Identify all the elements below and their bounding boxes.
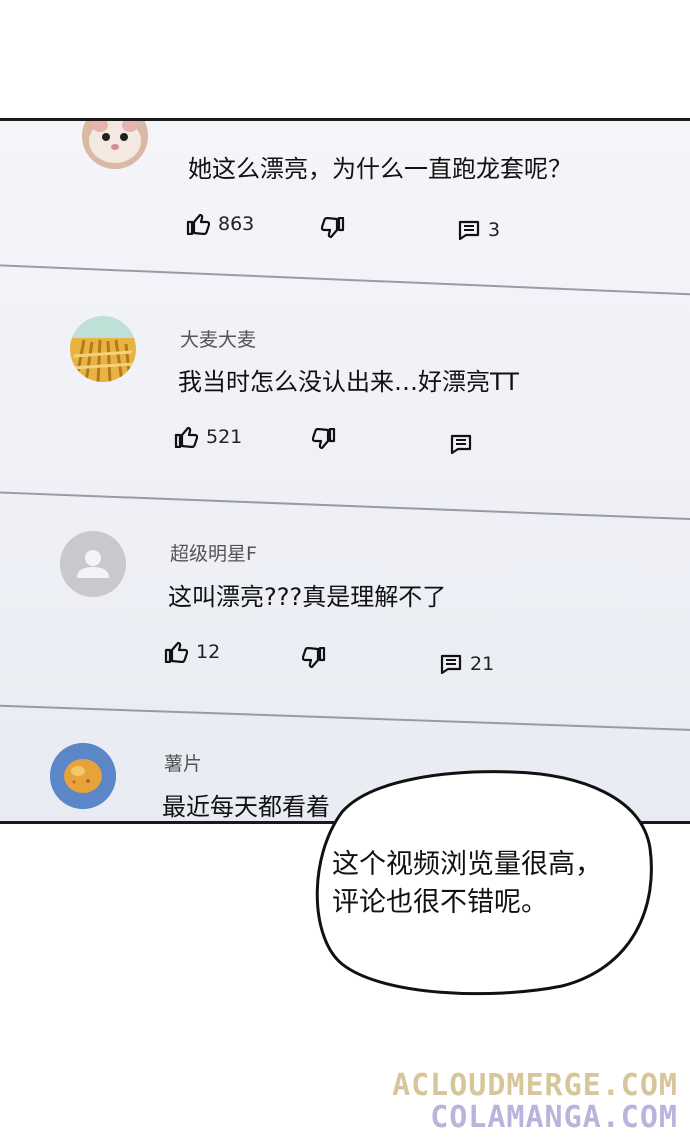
avatar[interactable]: [60, 531, 126, 597]
comment-username[interactable]: 超级明星F: [170, 539, 257, 566]
avatar[interactable]: [70, 316, 136, 382]
comment-icon: [450, 434, 472, 454]
divider: [0, 491, 690, 521]
comment-icon: [440, 654, 462, 674]
comment-username[interactable]: 薯片: [164, 749, 202, 776]
comment-text: 我当时怎么没认出来…好漂亮TT: [178, 368, 519, 396]
reply-button[interactable]: [450, 434, 480, 454]
comment-text: 最近每天都看着: [162, 793, 330, 821]
potato-chip-icon: [50, 743, 116, 809]
default-user-icon: [60, 531, 126, 597]
like-button[interactable]: 521: [174, 426, 242, 448]
thumbs-up-icon: [174, 426, 198, 448]
reply-button[interactable]: 3: [458, 219, 500, 241]
dislike-button[interactable]: [321, 217, 345, 239]
avatar[interactable]: [82, 121, 148, 169]
speech-bubble: 这个视频浏览量很高， 评论也很不错呢。: [312, 768, 656, 996]
hamster-icon: [82, 121, 148, 169]
comment-text: 她这么漂亮，为什么一直跑龙套呢？: [188, 155, 572, 183]
watermark: ACLOUDMERGE.COM: [392, 1068, 678, 1103]
comment-icon: [458, 220, 480, 240]
like-count: 12: [196, 641, 221, 663]
avatar[interactable]: [50, 743, 116, 809]
comment-panel: 她这么漂亮，为什么一直跑龙套呢？ 863 3 大麦大麦 我当时怎么没认出来…好漂…: [0, 118, 690, 824]
like-count: 863: [218, 213, 255, 235]
bubble-line: 评论也很不错呢。: [332, 887, 548, 918]
dislike-button[interactable]: [312, 428, 336, 450]
thumbs-up-icon: [186, 213, 210, 235]
wheat-field-icon: [70, 316, 136, 382]
like-button[interactable]: 12: [164, 641, 220, 663]
comment-actions: 863 3: [186, 213, 526, 243]
thumbs-up-icon: [164, 641, 188, 663]
watermark: COLAMANGA.COM: [430, 1100, 678, 1135]
dislike-button[interactable]: [302, 647, 326, 669]
divider: [0, 263, 690, 297]
divider: [0, 704, 690, 732]
bubble-line: 这个视频浏览量很高，: [332, 849, 602, 880]
like-count: 521: [206, 426, 243, 448]
thumbs-down-icon: [302, 647, 326, 669]
thumbs-down-icon: [312, 428, 336, 450]
speech-bubble-text: 这个视频浏览量很高， 评论也很不错呢。: [332, 846, 652, 922]
comment-actions: 12 21: [164, 641, 504, 675]
reply-count: 3: [488, 219, 501, 241]
reply-count: 21: [470, 653, 495, 675]
like-button[interactable]: 863: [186, 213, 254, 235]
comment-username[interactable]: 大麦大麦: [180, 325, 256, 352]
comment-actions: 521: [174, 426, 514, 456]
comment-text: 这叫漂亮???真是理解不了: [168, 583, 447, 611]
thumbs-down-icon: [321, 217, 345, 239]
reply-button[interactable]: 21: [440, 653, 494, 675]
